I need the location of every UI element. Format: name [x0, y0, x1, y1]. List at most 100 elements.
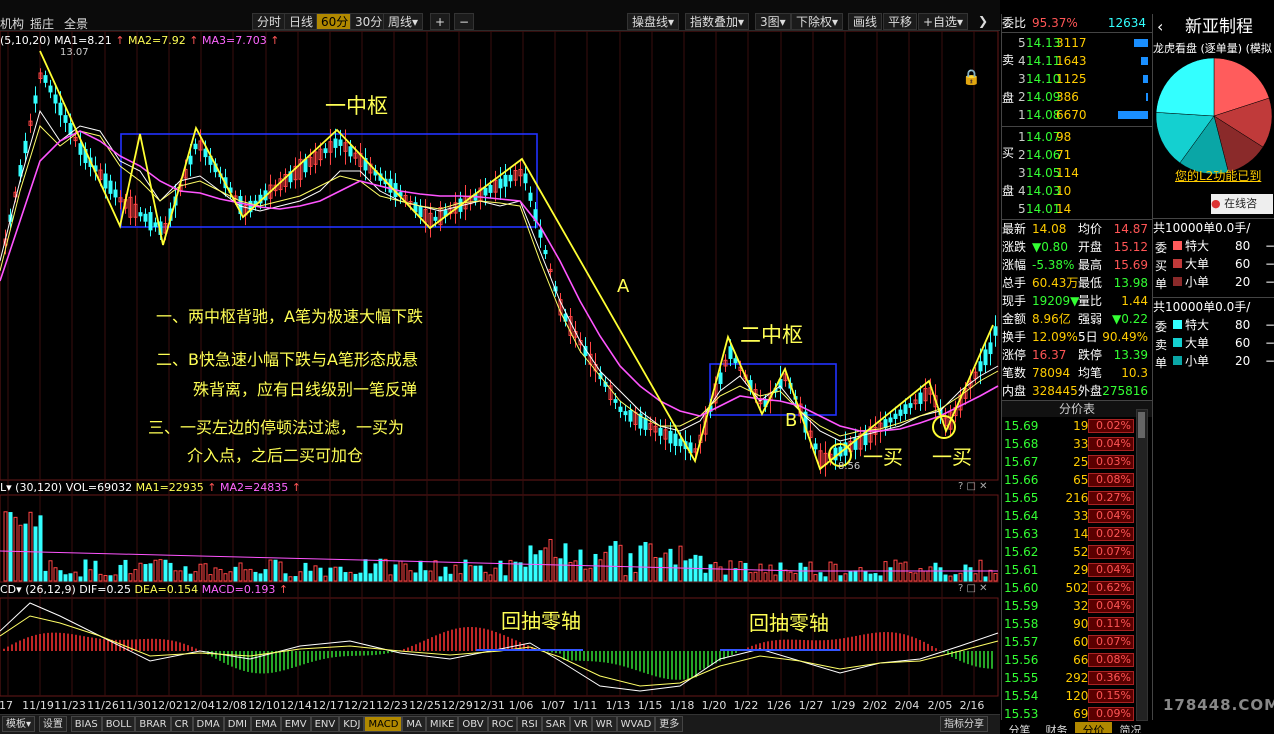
date-tick: 12/08 [215, 699, 247, 712]
price-row[interactable]: 15.54 1201 0.15% [1002, 687, 1152, 705]
l2-notice-link[interactable]: 您的L2功能已到 [1175, 167, 1274, 184]
price-row[interactable]: 15.68 332 0.04% [1002, 435, 1152, 453]
volume-bar [223, 573, 228, 582]
price-row[interactable]: 15.65 2165 0.27% [1002, 489, 1152, 507]
period-timeshare[interactable]: 分时 [252, 13, 287, 30]
volume-bar [83, 559, 88, 582]
pan-button[interactable]: 平移 [883, 13, 918, 30]
indicator-8[interactable]: ENV [310, 716, 340, 732]
weibi-label: 委比 [1002, 16, 1027, 30]
tab-yaozhuang[interactable]: 摇庄 [30, 15, 54, 32]
macd-panel-controls[interactable]: ? □ ✕ [958, 583, 988, 594]
buy-level[interactable]: 3 14.05 114 [1018, 164, 1148, 182]
price-row[interactable]: 15.62 528 0.07% [1002, 543, 1152, 561]
collapse-icon[interactable]: ❯ [978, 14, 988, 28]
indicator-share-button[interactable]: 指标分享 [940, 716, 988, 732]
sell-level[interactable]: 4 14.11 1643 [1018, 52, 1148, 70]
price-row[interactable]: 15.66 653 0.08% [1002, 471, 1152, 489]
quote-tab-2[interactable]: 分价 [1075, 722, 1112, 733]
zoom-out-button[interactable]: − [454, 13, 474, 30]
buy-level[interactable]: 5 14.01 14 [1018, 200, 1148, 218]
volume-bar [308, 570, 313, 582]
online-consult-button[interactable]: ● 在线咨 [1211, 194, 1273, 214]
settings-button[interactable]: 设置 [38, 716, 67, 732]
indicator-1[interactable]: BOLL [101, 716, 136, 732]
indicator-19[interactable]: WVAD [616, 716, 656, 732]
zoom-in-button[interactable]: + [430, 13, 450, 30]
period-daily[interactable]: 日线 [284, 13, 319, 30]
sell-level[interactable]: 1 14.08 6670 [1018, 106, 1148, 124]
draw-line-button[interactable]: 画线 [848, 13, 883, 30]
volume-bar [658, 557, 663, 582]
volume-indicator-menu[interactable]: L▾ [0, 481, 12, 494]
price-row[interactable]: 15.53 691 0.09% [1002, 705, 1152, 723]
index-overlay-menu[interactable]: 指数叠加▾ [685, 13, 750, 30]
period-60min[interactable]: 60分 [316, 13, 354, 30]
price-row[interactable]: 15.58 900 0.11% [1002, 615, 1152, 633]
candle-body [988, 342, 993, 355]
indicator-5[interactable]: DMI [223, 716, 251, 732]
volume-bar [218, 568, 223, 582]
indicator-9[interactable]: KDJ [339, 716, 365, 732]
legend-swatch [1173, 356, 1182, 365]
price-row[interactable]: 15.55 2928 0.36% [1002, 669, 1152, 687]
price-row[interactable]: 15.61 296 0.04% [1002, 561, 1152, 579]
buy-level[interactable]: 4 14.03 10 [1018, 182, 1148, 200]
indicator-12[interactable]: MIKE [425, 716, 459, 732]
price-cell: 15.67 [1004, 455, 1039, 469]
candle-body [908, 403, 913, 408]
indicator-4[interactable]: DMA [192, 716, 224, 732]
volume-panel-controls[interactable]: ? □ ✕ [958, 481, 988, 492]
indicator-20[interactable]: 更多 [655, 716, 684, 732]
scrollbar-thumb[interactable] [1138, 412, 1145, 438]
volume-bar [958, 572, 963, 582]
price-row[interactable]: 15.59 321 0.04% [1002, 597, 1152, 615]
indicator-17[interactable]: VR [570, 716, 592, 732]
template-menu[interactable]: 模板▾ [2, 716, 36, 732]
tab-overview[interactable]: 全景 [64, 15, 88, 32]
quote-tab-1[interactable]: 财务 [1038, 722, 1075, 733]
price-row[interactable]: 15.60 5021 0.62% [1002, 579, 1152, 597]
indicator-16[interactable]: SAR [541, 716, 570, 732]
indicator-18[interactable]: WR [591, 716, 617, 732]
price-row[interactable]: 15.64 336 0.04% [1002, 507, 1152, 525]
indicator-11[interactable]: MA [402, 716, 426, 732]
sell-level[interactable]: 2 14.09 386 [1018, 88, 1148, 106]
volume-bar [603, 551, 608, 582]
indicator-10[interactable]: MACD [364, 716, 403, 732]
period-weekly[interactable]: 周线▾ [383, 13, 424, 30]
price-row[interactable]: 15.56 669 0.08% [1002, 651, 1152, 669]
quote-tab-3[interactable]: 简况 [1112, 722, 1149, 733]
date-tick: 12/21 [344, 699, 376, 712]
sell-level[interactable]: 3 14.10 1125 [1018, 70, 1148, 88]
price-row[interactable]: 15.63 146 0.02% [1002, 525, 1152, 543]
indicator-14[interactable]: ROC [487, 716, 518, 732]
exright-menu[interactable]: 下除权▾ [791, 13, 844, 30]
volume-bar [338, 566, 343, 582]
indicator-7[interactable]: EMV [280, 716, 311, 732]
sell-level[interactable]: 5 14.13 3117 [1018, 34, 1148, 52]
period-30min[interactable]: 30分 [350, 13, 388, 30]
macd-indicator-menu[interactable]: CD▾ [0, 583, 22, 596]
indicator-2[interactable]: BRAR [135, 716, 171, 732]
tab-institution[interactable]: 机构 [0, 15, 24, 32]
price-table-scrollbar[interactable] [1136, 409, 1148, 721]
price-row[interactable]: 15.69 199 0.02% [1002, 417, 1152, 435]
buy-level[interactable]: 2 14.06 71 [1018, 146, 1148, 164]
price-row[interactable]: 15.67 256 0.03% [1002, 453, 1152, 471]
volume-bar [438, 576, 443, 582]
lock-icon[interactable]: 🔒 [962, 68, 981, 86]
price-row[interactable]: 15.57 602 0.07% [1002, 633, 1152, 651]
trade-line-menu[interactable]: 操盘线▾ [627, 13, 680, 30]
layout-menu[interactable]: 3图▾ [755, 13, 791, 30]
buy-level[interactable]: 1 14.07 98 [1018, 128, 1148, 146]
back-icon[interactable]: ‹ [1157, 14, 1163, 40]
indicator-6[interactable]: EMA [250, 716, 281, 732]
indicator-15[interactable]: RSI [517, 716, 542, 732]
indicator-13[interactable]: OBV [458, 716, 488, 732]
indicator-3[interactable]: CR [170, 716, 193, 732]
add-watchlist-menu[interactable]: +自选▾ [918, 13, 969, 30]
quote-tab-0[interactable]: 分笔 [1001, 722, 1038, 733]
volume-bar [238, 562, 243, 582]
indicator-0[interactable]: BIAS [70, 716, 102, 732]
